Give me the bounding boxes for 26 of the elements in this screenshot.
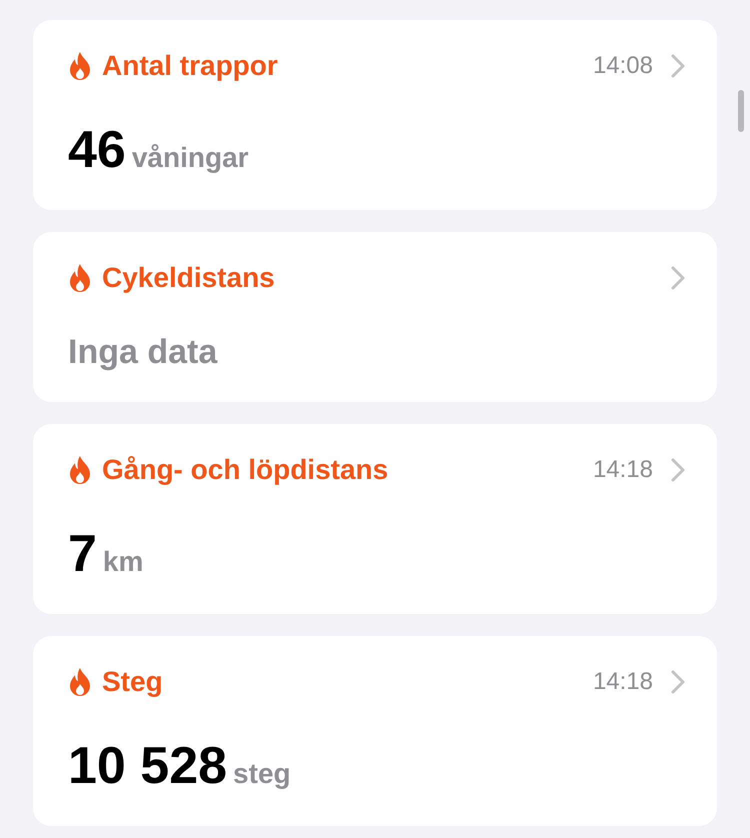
metric-value: 7: [68, 524, 97, 584]
timestamp: 14:08: [592, 52, 653, 80]
chevron-icon: [671, 54, 685, 78]
timestamp: 14:18: [592, 668, 653, 696]
metric-card[interactable]: Antal trappor 14:08 46 våningar: [33, 20, 717, 210]
flame-icon: [68, 263, 92, 293]
flame-icon: [68, 667, 92, 697]
card-title: Gång- och löpdistans: [102, 454, 390, 486]
timestamp: 14:18: [592, 456, 653, 484]
chevron-icon: [671, 458, 685, 482]
metric-unit: steg: [233, 758, 291, 790]
card-title: Steg: [102, 666, 164, 698]
card-title: Antal trappor: [102, 50, 279, 82]
chevron-icon: [671, 670, 685, 694]
no-data-text: Inga data: [68, 333, 218, 372]
metric-unit: våningar: [132, 142, 249, 174]
metric-value: 10 528: [68, 736, 228, 796]
metric-unit: km: [102, 546, 144, 578]
metric-card[interactable]: Steg 14:18 10 528 steg: [33, 636, 717, 826]
metric-card[interactable]: Gång- och löpdistans 14:18 7 km: [33, 424, 717, 614]
chevron-icon: [671, 266, 685, 290]
flame-icon: [68, 455, 92, 485]
card-title: Cykeldistans: [102, 262, 276, 294]
scrollbar[interactable]: [738, 90, 744, 132]
metric-value: 46: [68, 120, 126, 180]
flame-icon: [68, 51, 92, 81]
